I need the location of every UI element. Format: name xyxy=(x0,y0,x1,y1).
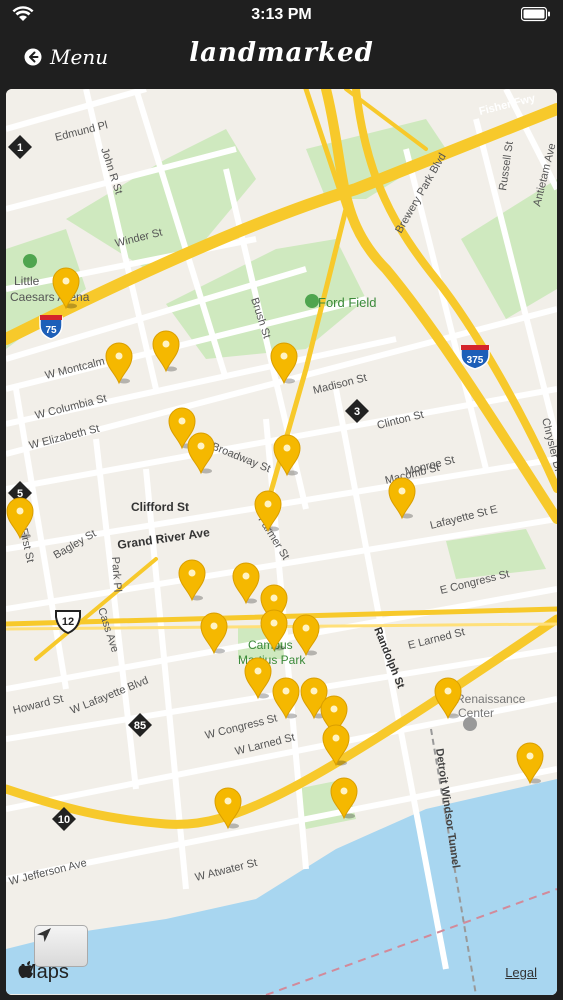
apple-maps-logo: Maps xyxy=(18,961,69,984)
stadium-icon xyxy=(305,294,319,308)
navigation-bar: Menu landmarked xyxy=(0,30,563,88)
map-canvas[interactable]: Fisher Fwy Edmund Pl John R St Winder St… xyxy=(6,89,557,995)
map-view[interactable]: Fisher Fwy Edmund Pl John R St Winder St… xyxy=(6,89,557,995)
shield-m3-label: 3 xyxy=(354,406,360,418)
label-little-caesars-2: Caesars Arena xyxy=(10,290,90,304)
shield-m1-label: 1 xyxy=(17,142,23,154)
label-clifford: Clifford St xyxy=(131,500,189,514)
app-logo: landmarked xyxy=(189,38,374,68)
shield-i375-label: 375 xyxy=(467,355,484,366)
legal-link[interactable]: Legal xyxy=(505,965,537,980)
shield-i75-label: 75 xyxy=(45,325,57,336)
shield-us12-label: 12 xyxy=(62,616,74,628)
label-renaissance-2: Center xyxy=(458,706,494,720)
arena-icon xyxy=(23,254,37,268)
label-renaissance-1: Renaissance xyxy=(456,692,526,706)
shield-m10-label: 10 xyxy=(58,814,70,826)
label-little-caesars-1: Little xyxy=(14,274,40,288)
label-ford-field: Ford Field xyxy=(318,295,377,310)
label-park: Park Pl xyxy=(109,556,123,592)
status-bar: 3:13 PM xyxy=(0,0,563,30)
renaissance-center-icon xyxy=(463,717,477,731)
location-arrow-icon xyxy=(37,928,51,942)
status-time: 3:13 PM xyxy=(251,6,312,23)
battery-icon xyxy=(521,7,550,22)
apple-icon xyxy=(18,961,33,978)
shield-m85-label: 85 xyxy=(134,720,146,732)
